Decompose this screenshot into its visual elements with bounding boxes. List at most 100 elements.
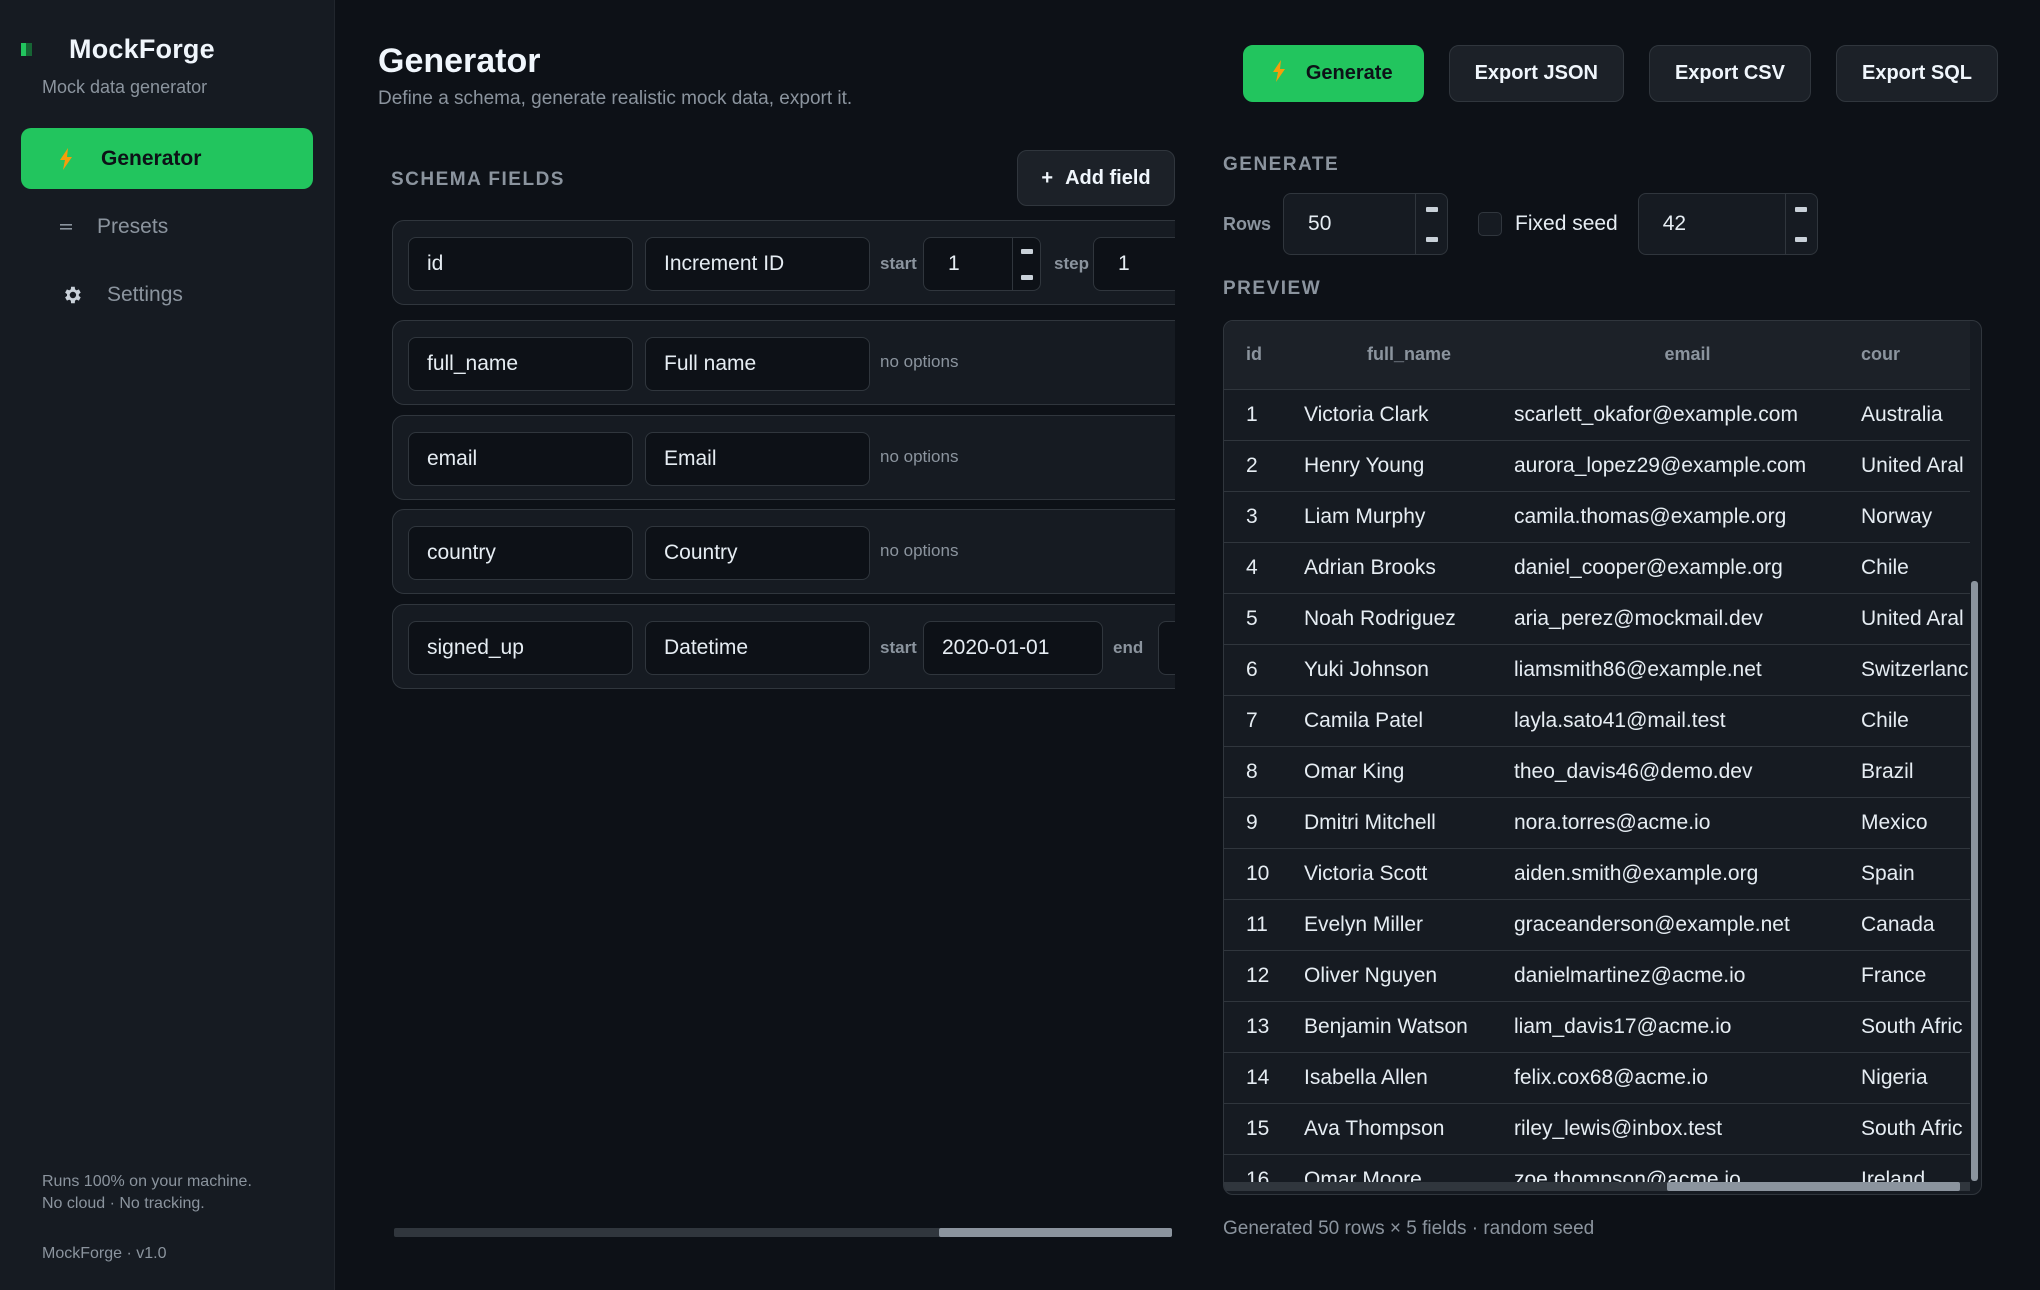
- cell-full-name: Omar Moore: [1304, 1154, 1514, 1183]
- cell-email: nora.torres@acme.io: [1514, 797, 1861, 849]
- cell-country: Ireland: [1861, 1154, 1970, 1183]
- stepper-down-icon[interactable]: [1795, 236, 1808, 242]
- preview-vertical-scrollbar[interactable]: [1971, 581, 1978, 1181]
- seed-input[interactable]: 42: [1637, 193, 1818, 255]
- option-label-start: start: [880, 254, 917, 273]
- generate-section-label: GENERATE: [1223, 154, 1340, 175]
- cell-full-name: Yuki Johnson: [1304, 644, 1514, 696]
- cell-email: zoe.thompson@acme.io: [1514, 1154, 1861, 1183]
- field-type-select[interactable]: Email: [645, 432, 870, 486]
- cell-country: Nigeria: [1861, 1052, 1970, 1104]
- end-date-input[interactable]: [1158, 621, 1175, 675]
- generate-button[interactable]: Generate: [1242, 45, 1424, 102]
- cell-country: Spain: [1861, 848, 1970, 900]
- field-name-input[interactable]: country: [408, 526, 633, 580]
- column-header-email[interactable]: email: [1514, 321, 1861, 390]
- table-row: 5 Noah Rodriguez aria_perez@mockmail.dev Un…: [1224, 593, 1970, 645]
- table-row: 11 Evelyn Miller graceanderson@example.net…: [1224, 899, 1970, 951]
- stepper-down-icon[interactable]: [1425, 236, 1438, 242]
- gear-icon: [57, 284, 87, 306]
- start-stepper[interactable]: 1: [923, 237, 1041, 291]
- option-label-step: step: [1054, 254, 1089, 273]
- cell-full-name: Isabella Allen: [1304, 1052, 1514, 1104]
- rows-input[interactable]: 50: [1283, 193, 1449, 255]
- schema-fields-list: id Increment ID start 1 step 1 full_name…: [392, 220, 1175, 1205]
- export-json-button[interactable]: Export JSON: [1448, 45, 1624, 102]
- field-name-input[interactable]: signed_up: [408, 621, 633, 675]
- field-row-signed-up: signed_up Datetime start 2020-01-01 end: [392, 604, 1175, 689]
- stepper-down-icon[interactable]: [1020, 274, 1033, 280]
- table-row: 9 Dmitri Mitchell nora.torres@acme.io Mexic…: [1224, 797, 1970, 849]
- cell-email: felix.cox68@acme.io: [1514, 1052, 1861, 1104]
- cell-email: liam_davis17@acme.io: [1514, 1001, 1861, 1053]
- table-row: 4 Adrian Brooks daniel_cooper@example.org C…: [1224, 542, 1970, 594]
- privacy-note: Runs 100% on your machine. No cloud · No…: [42, 1171, 252, 1215]
- preview-table-container: id full_name email cour 1 Victoria Clark s…: [1223, 320, 1982, 1195]
- preview-horizontal-scrollbar[interactable]: [1224, 1182, 1970, 1191]
- table-row: 12 Oliver Nguyen danielmartinez@acme.io Fra…: [1224, 950, 1970, 1002]
- list-icon: [57, 223, 75, 231]
- status-text: Generated 50 rows × 5 fields · random se…: [1223, 1218, 1595, 1239]
- no-options-note: no options: [880, 352, 959, 371]
- cell-full-name: Camila Patel: [1304, 695, 1514, 747]
- column-header-country[interactable]: cour: [1861, 321, 1970, 390]
- stepper-up-icon[interactable]: [1425, 206, 1438, 212]
- cell-id: 7: [1224, 695, 1304, 747]
- rows-value: 50: [1308, 212, 1332, 235]
- add-field-button[interactable]: + Add field: [1017, 150, 1175, 206]
- field-type-select[interactable]: Full name: [645, 337, 870, 391]
- field-row-country: country Country no options: [392, 509, 1175, 594]
- column-header-full-name[interactable]: full_name: [1304, 321, 1514, 390]
- cell-country: Norway: [1861, 491, 1970, 543]
- table-row: 7 Camila Patel layla.sato41@mail.test Chile: [1224, 695, 1970, 747]
- sidebar-item-generator[interactable]: Generator: [21, 128, 313, 189]
- field-name-input[interactable]: email: [408, 432, 633, 486]
- field-row-id: id Increment ID start 1 step 1: [392, 220, 1175, 305]
- cell-email: liamsmith86@example.net: [1514, 644, 1861, 696]
- export-csv-button[interactable]: Export CSV: [1648, 45, 1811, 102]
- column-header-id[interactable]: id: [1224, 321, 1304, 390]
- start-date-input[interactable]: 2020-01-01: [923, 621, 1103, 675]
- cell-id: 4: [1224, 542, 1304, 594]
- field-name-input[interactable]: full_name: [408, 337, 633, 391]
- stepper-up-icon[interactable]: [1020, 248, 1033, 254]
- rows-stepper[interactable]: [1415, 194, 1447, 254]
- scrollbar-thumb[interactable]: [939, 1228, 1172, 1237]
- table-row: 15 Ava Thompson riley_lewis@inbox.test Sout…: [1224, 1103, 1970, 1155]
- cell-country: Chile: [1861, 695, 1970, 747]
- cell-id: 16: [1224, 1154, 1304, 1183]
- seed-value: 42: [1662, 212, 1687, 235]
- step-value: 1: [1118, 252, 1130, 275]
- cell-id: 9: [1224, 797, 1304, 849]
- sidebar-item-presets[interactable]: Presets: [21, 196, 313, 257]
- cell-email: layla.sato41@mail.test: [1514, 695, 1861, 747]
- fixed-seed-checkbox[interactable]: [1478, 212, 1503, 236]
- table-row: 14 Isabella Allen felix.cox68@acme.io Niger…: [1224, 1052, 1970, 1104]
- field-type-select[interactable]: Datetime: [645, 621, 870, 675]
- step-stepper[interactable]: 1: [1093, 237, 1175, 291]
- sidebar-item-settings[interactable]: Settings: [21, 264, 313, 325]
- app-tagline: Mock data generator: [42, 77, 208, 97]
- cell-id: 6: [1224, 644, 1304, 696]
- cell-country: United Aral: [1861, 593, 1970, 645]
- cell-email: danielmartinez@acme.io: [1514, 950, 1861, 1002]
- cell-country: Chile: [1861, 542, 1970, 594]
- option-label-end: end: [1113, 638, 1144, 657]
- export-sql-button[interactable]: Export SQL: [1835, 45, 1998, 102]
- bolt-icon: [51, 147, 81, 170]
- scrollbar-thumb[interactable]: [1667, 1182, 1960, 1191]
- seed-stepper[interactable]: [1784, 194, 1817, 254]
- cell-email: theo_davis46@demo.dev: [1514, 746, 1861, 798]
- stepper-arrows[interactable]: [1012, 238, 1040, 290]
- schema-horizontal-scrollbar[interactable]: [394, 1228, 1172, 1237]
- cell-full-name: Ava Thompson: [1304, 1103, 1514, 1155]
- cell-full-name: Adrian Brooks: [1304, 542, 1514, 594]
- field-type-select[interactable]: Increment ID: [645, 237, 870, 291]
- field-name-input[interactable]: id: [408, 237, 633, 291]
- field-type-select[interactable]: Country: [645, 526, 870, 580]
- app-name: MockForge: [69, 34, 215, 64]
- cell-full-name: Oliver Nguyen: [1304, 950, 1514, 1002]
- stepper-up-icon[interactable]: [1795, 206, 1808, 212]
- cell-country: Mexico: [1861, 797, 1970, 849]
- cell-email: aiden.smith@example.org: [1514, 848, 1861, 900]
